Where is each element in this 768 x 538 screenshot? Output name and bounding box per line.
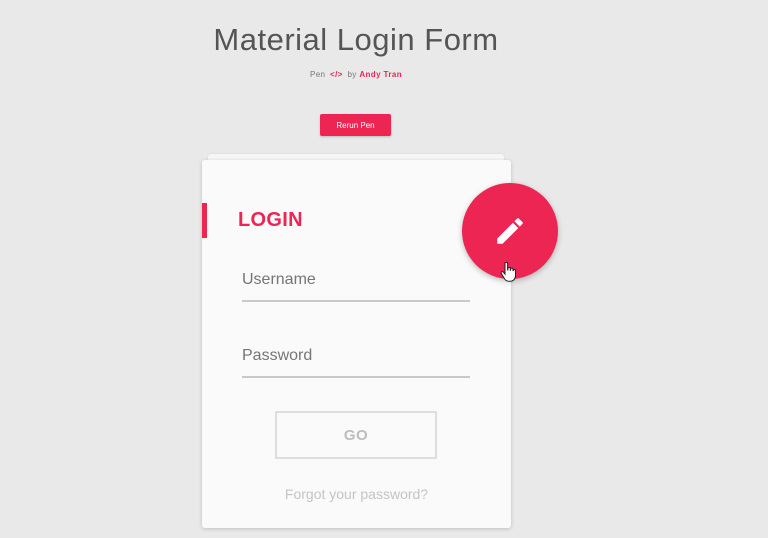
hand-cursor-icon bbox=[500, 262, 516, 282]
go-button[interactable]: GO bbox=[275, 411, 437, 459]
byline-pen-label: Pen bbox=[309, 70, 326, 79]
byline-by-label: by bbox=[347, 70, 357, 79]
page-title: Material Login Form bbox=[213, 22, 499, 57]
rerun-pen-button[interactable]: Rerun Pen bbox=[320, 114, 391, 136]
byline: Pen </> by Andy Tran bbox=[0, 70, 712, 79]
forgot-password-link[interactable]: Forgot your password? bbox=[202, 486, 511, 502]
password-input[interactable] bbox=[242, 336, 470, 378]
accent-bar bbox=[202, 203, 207, 238]
login-heading: LOGIN bbox=[238, 209, 303, 231]
author-link[interactable]: Andy Tran bbox=[359, 70, 402, 79]
pencil-icon bbox=[497, 218, 523, 244]
code-icon: </> bbox=[330, 70, 343, 79]
username-input[interactable] bbox=[242, 260, 470, 302]
